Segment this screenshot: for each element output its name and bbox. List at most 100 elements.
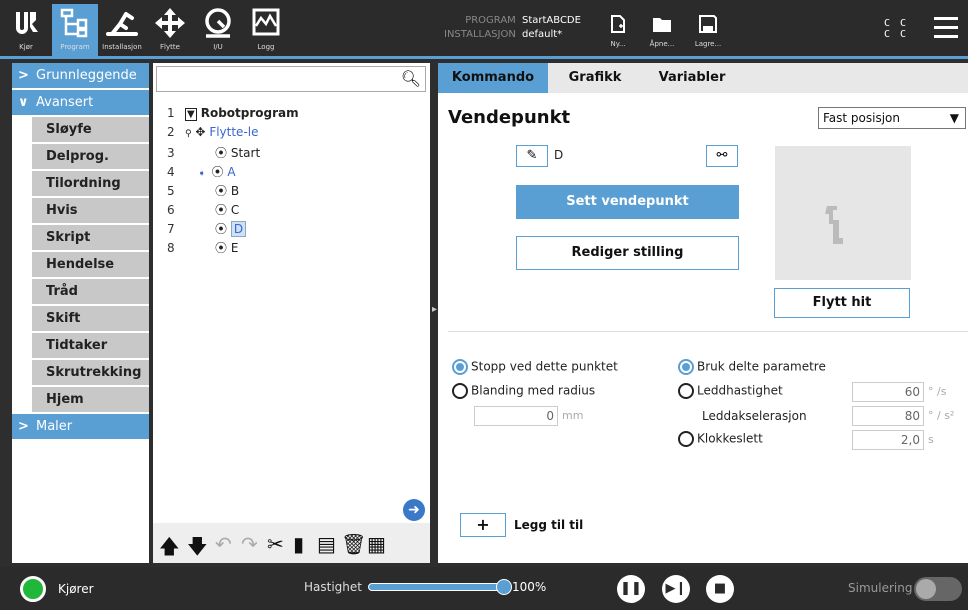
tab-move-label: Flytte [160, 43, 180, 51]
pin-icon: ⚲ [185, 129, 192, 139]
copy-icon[interactable]: ▮ [293, 532, 304, 556]
tree-row[interactable]: 6 ⦿ C [167, 201, 239, 219]
category-advanced-label: Avansert [36, 95, 94, 110]
sidebar-item-thread[interactable]: Tråd [32, 279, 149, 304]
add-until-button[interactable]: + [460, 513, 506, 537]
undo-icon[interactable]: ↶ [215, 532, 232, 556]
tab-log[interactable]: Logg [244, 4, 288, 56]
joint-speed-label: Leddhastighet [697, 383, 783, 398]
speed-slider[interactable] [368, 579, 512, 595]
tree-row[interactable]: 4 ➧ ⦿ A [167, 163, 236, 181]
pause-button[interactable]: ❚❚ [617, 575, 645, 603]
line-number: 4 [167, 165, 175, 179]
sidebar-item-home[interactable]: Hjem [32, 387, 149, 412]
tree-node-label: Robotprogram [200, 106, 299, 120]
edit-pose-button[interactable]: Rediger stilling [516, 236, 739, 270]
radio-icon [678, 431, 694, 447]
robot-preview [775, 146, 911, 280]
blend-radius-field[interactable]: 0 [474, 406, 558, 426]
joint-speed-field[interactable]: 60 [852, 382, 924, 402]
category-templates[interactable]: > Maler [12, 414, 149, 439]
simulation-toggle[interactable] [914, 577, 962, 601]
move-up-icon[interactable]: 🡅︎ [159, 532, 180, 566]
redo-icon[interactable]: ↷ [241, 532, 258, 556]
tree-row[interactable]: 3 ⦿ Start [167, 144, 260, 162]
hamburger-menu-icon[interactable] [934, 17, 958, 38]
category-advanced[interactable]: ∨ Avansert [12, 90, 149, 115]
tree-row[interactable]: 5 ⦿ B [167, 182, 239, 200]
program-icon [60, 8, 88, 38]
stop-at-point-radio[interactable]: Stopp ved dette punktet [452, 359, 618, 375]
joint-accel-field[interactable]: 80 [852, 406, 924, 426]
tree-row[interactable]: 2 ⚲ ✥ Flytte-le [167, 125, 259, 143]
sidebar-item-if[interactable]: Hvis [32, 198, 149, 223]
line-number: 3 [167, 146, 175, 160]
tab-io[interactable]: I/U [196, 4, 240, 56]
time-radio[interactable]: Klokkeslett [678, 431, 763, 447]
tree-node-label: E [230, 241, 239, 255]
page-title: Vendepunkt [448, 107, 571, 128]
line-number: 1 [167, 106, 175, 120]
tree-row[interactable]: 7 ⦿ D [167, 220, 247, 238]
sidebar-item-script[interactable]: Skript [32, 225, 149, 250]
delete-icon[interactable]: 🗑︎ [341, 532, 366, 556]
joint-speed-radio[interactable]: Leddhastighet [678, 383, 783, 399]
shared-params-radio[interactable]: Bruk delte parametre [678, 359, 826, 375]
tab-installation[interactable]: Installasjon [100, 4, 144, 56]
collapse-icon[interactable]: ▼ [185, 108, 197, 121]
stop-at-point-label: Stopp ved dette punktet [471, 359, 618, 374]
save-button[interactable]: Lagre... [688, 14, 728, 48]
category-basic-label: Grunnleggende [36, 68, 137, 83]
step-button[interactable]: ▶❙ [662, 575, 690, 603]
divider [448, 331, 968, 332]
tab-command[interactable]: Kommando [438, 63, 548, 93]
set-waypoint-button[interactable]: Sett vendepunkt [516, 185, 739, 219]
radio-selected-icon [452, 359, 468, 375]
sidebar-item-switch[interactable]: Skift [32, 306, 149, 331]
tab-program[interactable]: Program [52, 4, 98, 56]
tab-run[interactable]: Kjør [4, 4, 48, 56]
installation-name: default* [522, 29, 563, 40]
stop-button[interactable]: ■ [706, 575, 734, 603]
edit-name-button[interactable]: ✎ [516, 145, 548, 167]
slider-handle[interactable] [496, 579, 512, 595]
open-button[interactable]: Åpne... [642, 14, 682, 48]
app-window: Kjør Program Installasjon Flytte I/U Log… [0, 0, 968, 610]
tab-graphics[interactable]: Grafikk [548, 63, 642, 93]
search-input[interactable]: 🔍︎ [156, 66, 426, 92]
category-basic[interactable]: > Grunnleggende [12, 63, 149, 88]
joint-accel-unit: ° / s² [928, 409, 955, 422]
sidebar-item-subprog[interactable]: Delprog. [32, 144, 149, 169]
paste-icon[interactable]: ▤ [317, 532, 336, 556]
sidebar-item-loop[interactable]: Sløyfe [32, 117, 149, 142]
tab-move[interactable]: Flytte [148, 4, 192, 56]
link-icon: ⚯ [716, 148, 728, 163]
sidebar-item-event[interactable]: Hendelse [32, 252, 149, 277]
time-unit: s [928, 433, 934, 446]
link-button[interactable]: ⚯ [706, 145, 738, 167]
position-type-select[interactable]: Fast posisjon ▼ [818, 107, 966, 129]
io-icon [205, 8, 231, 38]
suppress-icon[interactable]: ▦ [367, 532, 386, 556]
tab-installation-label: Installasjon [102, 43, 142, 51]
tab-variables[interactable]: Variabler [642, 63, 742, 93]
time-field[interactable]: 2,0 [852, 430, 924, 450]
sidebar-item-screwdriving[interactable]: Skrutrekking [32, 360, 149, 385]
sidebar-item-assignment[interactable]: Tilordning [32, 171, 149, 196]
cut-icon[interactable]: ✂ [267, 532, 284, 556]
move-down-icon[interactable]: 🡇︎ [187, 532, 208, 566]
new-button[interactable]: Ny... [598, 14, 638, 48]
tree-row[interactable]: 8 ⦿ E [167, 239, 238, 257]
sidebar-item-timer[interactable]: Tidtaker [32, 333, 149, 358]
move-here-button[interactable]: Flytt hit [774, 288, 910, 318]
tab-program-label: Program [60, 43, 90, 51]
radio-icon [452, 383, 468, 399]
waypoint-icon: ⦿ [215, 203, 228, 217]
blend-radius-radio[interactable]: Blanding med radius [452, 383, 595, 399]
expand-arrow-icon[interactable]: ➜ [403, 499, 425, 521]
new-label: Ny... [610, 40, 626, 48]
tree-row[interactable]: 1 ▼ Robotprogram [167, 106, 299, 124]
line-number: 8 [167, 241, 175, 255]
radio-icon [678, 383, 694, 399]
joint-accel-label: Leddakselerasjon [702, 409, 807, 423]
